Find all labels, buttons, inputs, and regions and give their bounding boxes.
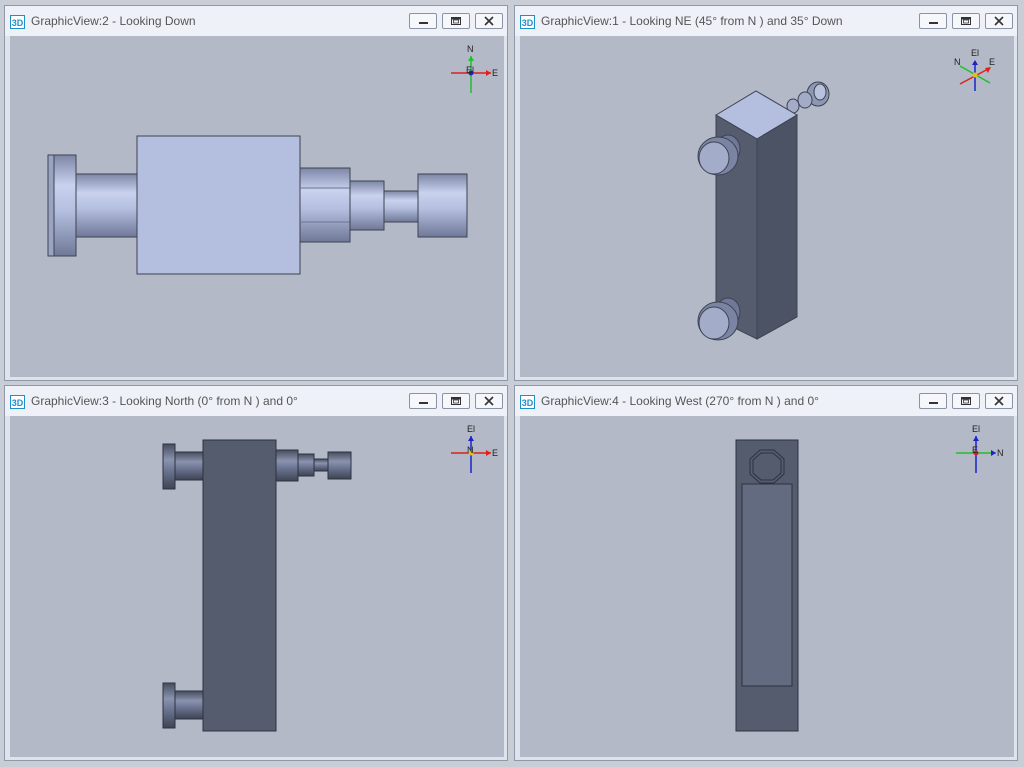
north-hex-fitting [275, 449, 299, 482]
restore-button[interactable] [952, 393, 980, 409]
restore-button[interactable] [442, 393, 470, 409]
title-bar[interactable]: 3D GraphicView:4 - Looking West (270° fr… [515, 386, 1017, 416]
compass-label-center: N [467, 445, 474, 455]
orientation-compass: El N E [956, 424, 1004, 473]
minimize-button[interactable] [409, 13, 437, 29]
isometric-right-fittings [786, 81, 830, 114]
close-button[interactable] [985, 13, 1013, 29]
restore-icon [961, 17, 971, 25]
restore-icon [961, 397, 971, 405]
3d-badge-icon: 3D [10, 395, 25, 409]
restore-icon [451, 397, 461, 405]
minimize-icon [929, 22, 938, 24]
window-title: GraphicView:3 - Looking North (0° from N… [31, 394, 298, 408]
viewport-looking-north[interactable]: El E N [10, 416, 504, 757]
compass-label-center: El [466, 65, 474, 75]
minimize-button[interactable] [919, 13, 947, 29]
graphic-view-3-window[interactable]: 3D GraphicView:3 - Looking North (0° fro… [4, 385, 508, 761]
compass-label-up: El [972, 424, 980, 434]
window-title: GraphicView:2 - Looking Down [31, 14, 196, 28]
minimize-icon [929, 402, 938, 404]
model-west-view: El N E [735, 424, 1004, 732]
north-bottom-knob [174, 690, 206, 720]
graphic-view-1-window[interactable]: 3D GraphicView:1 - Looking NE (45° from … [514, 5, 1018, 381]
isometric-bottom-knob [697, 297, 741, 341]
close-button[interactable] [985, 393, 1013, 409]
orientation-compass: El N E [954, 48, 995, 91]
window-title: GraphicView:4 - Looking West (270° from … [541, 394, 819, 408]
compass-label-right: E [492, 448, 498, 458]
coupling [349, 180, 385, 231]
compass-label-right: N [997, 448, 1004, 458]
compass-label-right: E [989, 57, 995, 67]
restore-icon [451, 17, 461, 25]
minimize-icon [419, 22, 428, 24]
orientation-compass: N E El [451, 44, 498, 93]
orientation-compass: El E N [451, 424, 498, 473]
close-button[interactable] [475, 13, 503, 29]
minimize-icon [419, 402, 428, 404]
north-top-knob [174, 451, 206, 481]
compass-label-up: El [971, 48, 979, 58]
viewport-looking-down[interactable]: N E El [10, 36, 504, 377]
right-end-cap [417, 173, 468, 238]
compass-label-up: N [467, 44, 474, 54]
compass-label-left: N [954, 57, 961, 67]
main-block [136, 135, 301, 275]
graphic-view-4-window[interactable]: 3D GraphicView:4 - Looking West (270° fr… [514, 385, 1018, 761]
viewport-looking-west[interactable]: El N E [520, 416, 1014, 757]
close-icon [484, 16, 494, 26]
minimize-button[interactable] [409, 393, 437, 409]
close-icon [484, 396, 494, 406]
close-icon [994, 396, 1004, 406]
3d-badge-icon: 3D [10, 15, 25, 29]
graphic-view-2-window[interactable]: 3D GraphicView:2 - Looking Down N E El [4, 5, 508, 381]
window-title: GraphicView:1 - Looking NE (45° from N )… [541, 14, 843, 28]
minimize-button[interactable] [919, 393, 947, 409]
viewport-looking-ne[interactable]: El N E [520, 36, 1014, 377]
compass-label-up: El [467, 424, 475, 434]
compass-label-center: E [972, 445, 978, 455]
title-bar[interactable]: 3D GraphicView:2 - Looking Down [5, 6, 507, 36]
compass-label-right: E [492, 68, 498, 78]
title-bar[interactable]: 3D GraphicView:1 - Looking NE (45° from … [515, 6, 1017, 36]
model-top-view: N E El [47, 44, 498, 275]
3d-badge-icon: 3D [520, 15, 535, 29]
close-icon [994, 16, 1004, 26]
3d-badge-icon: 3D [520, 395, 535, 409]
hex-fitting [299, 167, 351, 243]
model-isometric-view: El N E [697, 48, 995, 341]
right-shaft [383, 190, 419, 223]
restore-button[interactable] [952, 13, 980, 29]
north-right-cap [327, 451, 352, 480]
north-main-block [202, 439, 277, 732]
close-button[interactable] [475, 393, 503, 409]
model-north-view: El E N [162, 424, 498, 732]
west-hex-fitting [749, 449, 785, 484]
west-recessed-panel [741, 483, 793, 687]
title-bar[interactable]: 3D GraphicView:3 - Looking North (0° fro… [5, 386, 507, 416]
block-right-face [756, 114, 798, 340]
left-shaft [75, 173, 139, 238]
restore-button[interactable] [442, 13, 470, 29]
